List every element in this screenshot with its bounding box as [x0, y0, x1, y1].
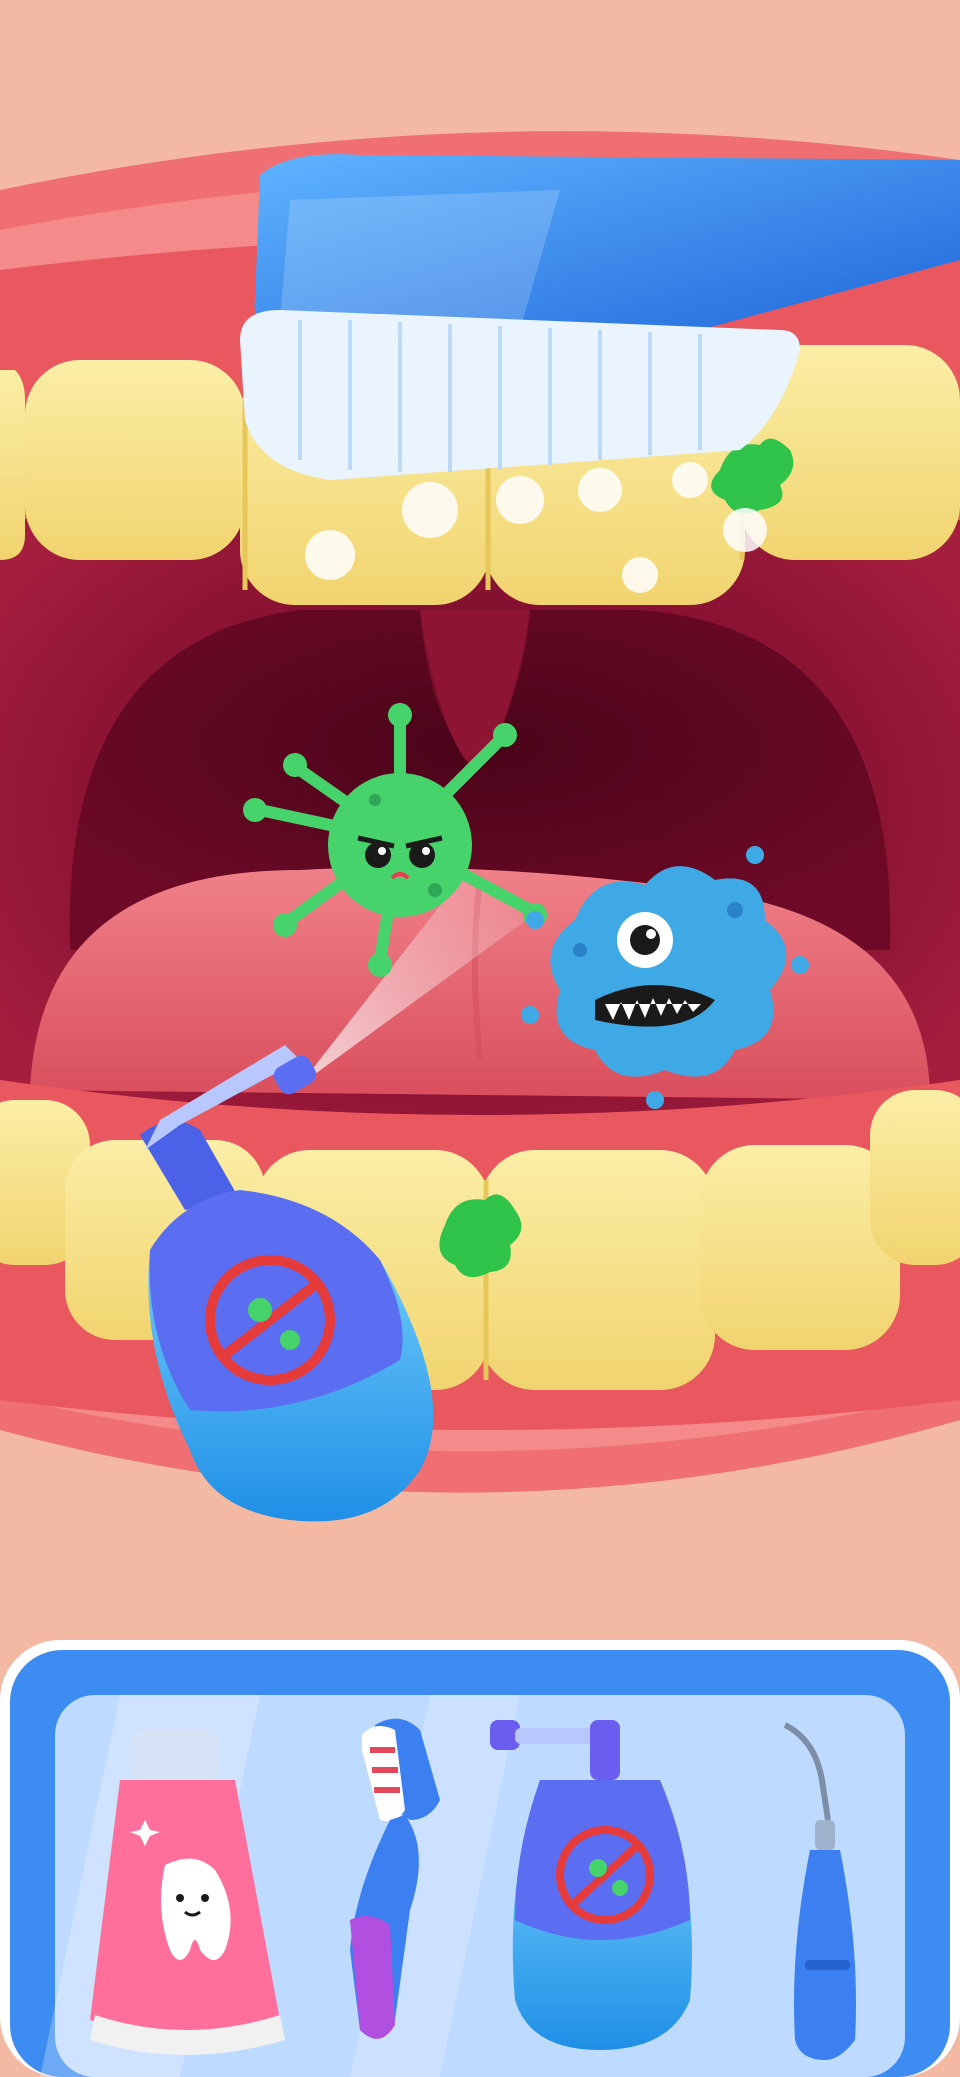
- tool-toothpaste[interactable]: [80, 1700, 280, 2077]
- tool-dental-scaler[interactable]: [720, 1700, 920, 2077]
- tool-toothbrush[interactable]: [300, 1700, 500, 2077]
- game-stage: [0, 0, 960, 2077]
- tool-spray[interactable]: [500, 1700, 700, 2077]
- mouth-scene: [0, 0, 960, 1620]
